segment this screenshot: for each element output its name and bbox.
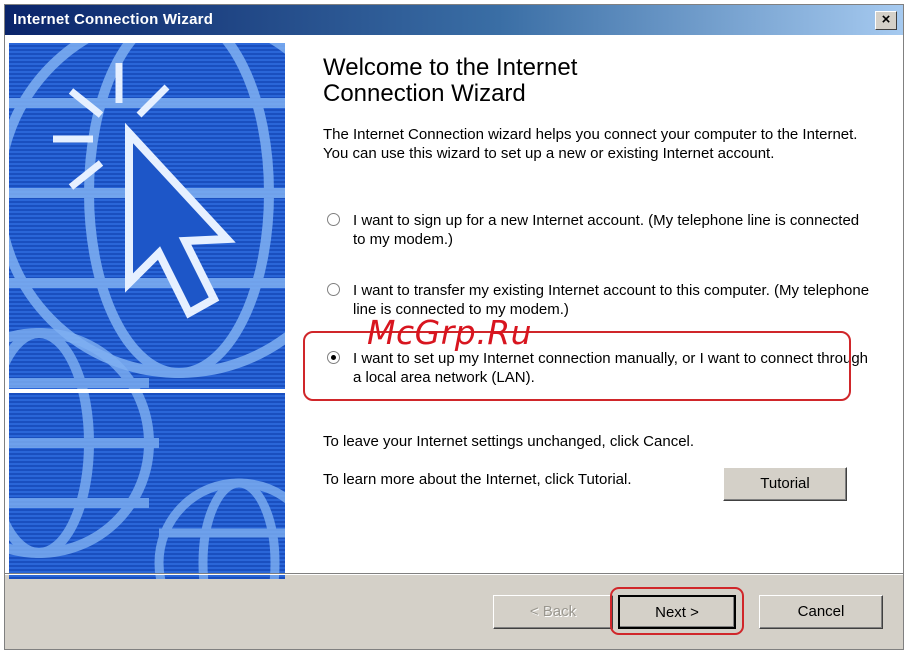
radio-new-account[interactable] [327,213,340,226]
wizard-window: Internet Connection Wizard × Welcome to … [4,4,904,650]
close-button[interactable]: × [875,11,897,30]
wizard-banner-image [9,43,285,579]
option-new-account-label: I want to sign up for a new Internet acc… [353,212,860,248]
globe-cursor-graphic [9,43,285,579]
cancel-note: To leave your Internet settings unchange… [323,433,695,450]
wizard-content: Welcome to the Internet Connection Wizar… [5,35,903,579]
title-bar[interactable]: Internet Connection Wizard × [5,5,903,35]
tutorial-note: To learn more about the Internet, click … [323,471,632,488]
intro-text: The Internet Connection wizard helps you… [323,126,858,162]
next-button-highlight [610,587,744,635]
window-title: Internet Connection Wizard [13,11,214,28]
back-button[interactable]: < Back [493,595,613,629]
footer-separator [5,573,903,575]
tutorial-button[interactable]: Tutorial [723,467,847,501]
radio-transfer-account[interactable] [327,283,340,296]
page-title: Welcome to the Internet Connection Wizar… [323,54,578,107]
watermark-text: McGrp.Ru [367,313,533,352]
cancel-button[interactable]: Cancel [759,595,883,629]
